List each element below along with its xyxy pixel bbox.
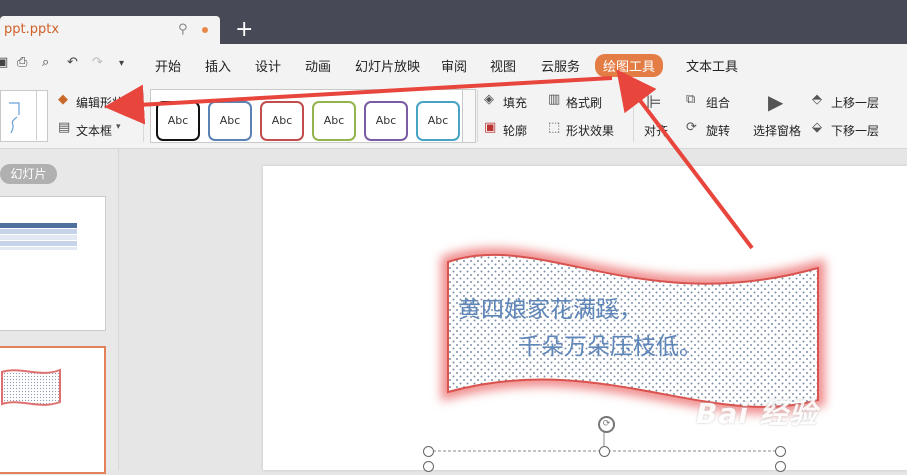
banner-text-line-1[interactable]: 黄四娘家花满蹊， bbox=[458, 290, 642, 324]
selection-handle[interactable] bbox=[599, 446, 610, 457]
rotate-handle-icon[interactable]: ⟳ bbox=[598, 416, 615, 433]
annotation-arrow-up bbox=[616, 69, 754, 250]
watermark: Bai 经验 bbox=[696, 397, 818, 430]
selection-handle[interactable] bbox=[775, 461, 786, 472]
annotation-arrow-left bbox=[104, 76, 613, 125]
selection-handle[interactable] bbox=[775, 446, 786, 457]
selection-handle[interactable] bbox=[423, 461, 434, 472]
banner-text-line-2[interactable]: 千朵万朵压枝低。 bbox=[518, 327, 702, 361]
selection-handle[interactable] bbox=[423, 446, 434, 457]
